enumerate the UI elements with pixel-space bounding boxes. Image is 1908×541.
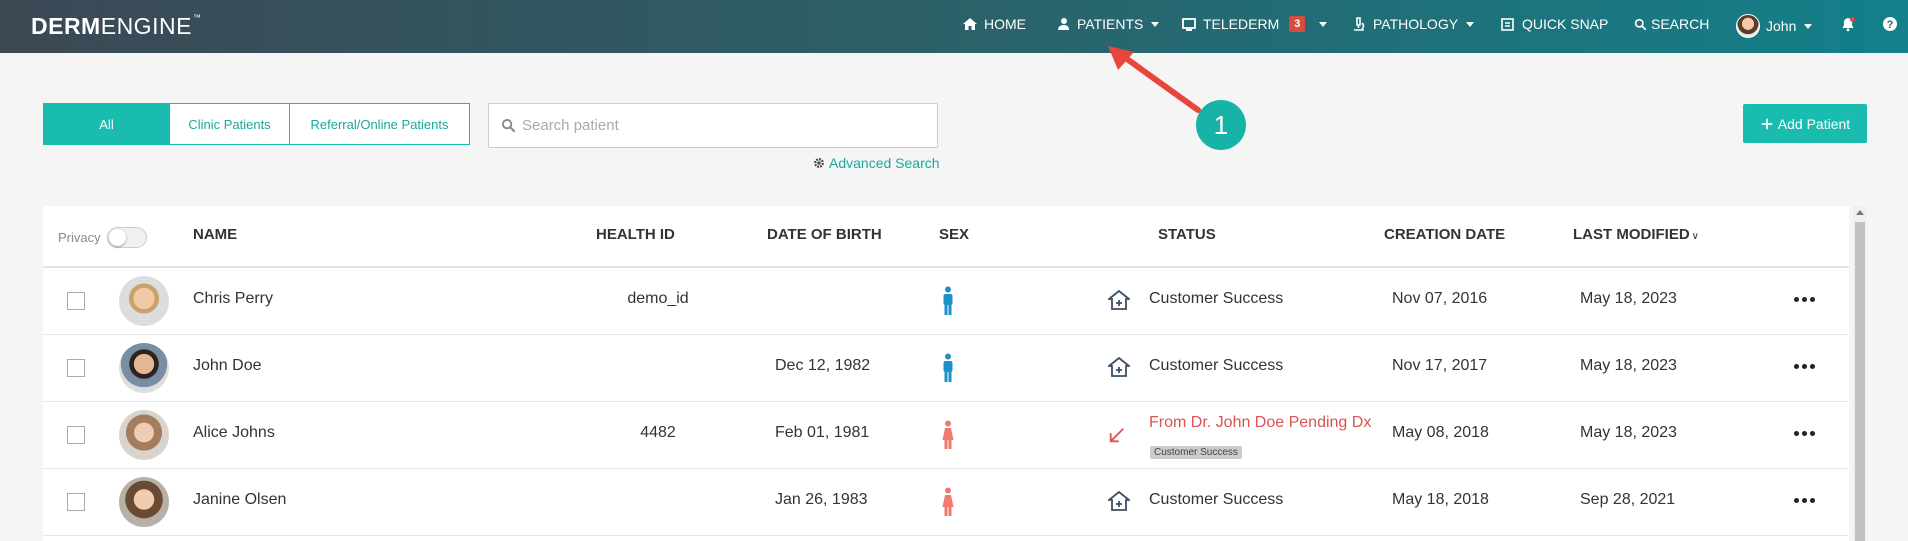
header-sex[interactable]: SEX: [939, 226, 969, 243]
more-options-icon[interactable]: [1794, 431, 1815, 436]
patient-filter-tabs: All Clinic Patients Referral/Online Pati…: [43, 103, 470, 145]
nav-quick-snap[interactable]: QUICK SNAP: [1500, 16, 1608, 32]
header-name[interactable]: NAME: [193, 226, 237, 243]
nav-telederm[interactable]: TELEDERM 3: [1181, 16, 1328, 32]
add-patient-button[interactable]: Add Patient: [1743, 104, 1867, 143]
table-row[interactable]: Janine Olsen Jan 26, 1983 Customer Succe…: [43, 469, 1849, 536]
header-last-modified[interactable]: LAST MODIFIED ∨: [1573, 226, 1699, 243]
table-scrollbar[interactable]: [1853, 206, 1867, 541]
male-icon: [942, 286, 954, 321]
row-checkbox[interactable]: [67, 493, 85, 511]
search-patient-input[interactable]: [522, 117, 922, 134]
patient-dob: Dec 12, 1982: [775, 357, 871, 374]
patient-status: Customer Success: [1149, 357, 1284, 374]
header-status[interactable]: STATUS: [1158, 226, 1216, 243]
svg-text:?: ?: [1887, 19, 1894, 31]
patient-health-id: 4482: [640, 424, 676, 441]
nav-pathology[interactable]: PATHOLOGY: [1351, 16, 1475, 32]
scroll-up-arrow-icon[interactable]: [1856, 210, 1864, 215]
patient-status: Customer Success: [1149, 290, 1284, 307]
microscope-icon: [1354, 17, 1365, 31]
patients-table: Privacy NAME HEALTH ID DATE OF BIRTH SEX…: [43, 206, 1849, 541]
home-icon: [963, 18, 977, 30]
creation-date: Nov 07, 2016: [1392, 290, 1488, 307]
patient-avatar[interactable]: [119, 276, 169, 326]
nav-patients[interactable]: PATIENTS: [1055, 16, 1160, 32]
tab-clinic-patients[interactable]: Clinic Patients: [170, 104, 290, 144]
patient-status: From Dr. John Doe Pending Dx: [1149, 414, 1372, 431]
top-navbar: DERMENGINE™ HOME PATIENTS TELEDERM 3 PAT…: [0, 0, 1908, 53]
plus-icon: [1761, 118, 1773, 129]
patient-status: Customer Success: [1149, 491, 1284, 508]
table-row[interactable]: John Doe Dec 12, 1982 Customer Success N…: [43, 335, 1849, 402]
clinic-house-icon: [1106, 356, 1132, 382]
dermengine-logo[interactable]: DERMENGINE™: [31, 13, 201, 40]
female-icon: [942, 487, 954, 522]
patient-name[interactable]: Alice Johns: [193, 424, 275, 442]
patient-avatar[interactable]: [119, 343, 169, 393]
advanced-search-link[interactable]: Advanced Search: [813, 155, 940, 171]
status-tag: Customer Success: [1150, 446, 1242, 459]
help-icon: ?: [1883, 17, 1897, 31]
clinic-house-icon: [1106, 289, 1132, 315]
patients-icon: [1058, 18, 1069, 30]
creation-date: May 08, 2018: [1392, 424, 1489, 441]
camera-icon: [1501, 18, 1514, 31]
gear-icon: [814, 158, 824, 168]
privacy-toggle-group: Privacy: [58, 227, 147, 248]
nav-user-menu[interactable]: John: [1736, 14, 1813, 38]
patient-dob: Jan 26, 1983: [775, 491, 868, 508]
more-options-icon[interactable]: [1794, 364, 1815, 369]
sort-desc-icon: ∨: [1691, 231, 1699, 242]
callout-badge-1: 1: [1196, 100, 1246, 150]
user-avatar: [1736, 14, 1760, 38]
privacy-toggle[interactable]: [106, 227, 147, 248]
patient-search-box: [488, 103, 938, 148]
nav-home[interactable]: HOME: [962, 16, 1026, 32]
chevron-down-icon: [1804, 23, 1813, 29]
more-options-icon[interactable]: [1794, 297, 1815, 302]
telederm-icon: [1182, 18, 1196, 31]
header-date-of-birth[interactable]: DATE OF BIRTH: [767, 226, 882, 243]
header-creation-date[interactable]: CREATION DATE: [1384, 226, 1505, 243]
creation-date: Nov 17, 2017: [1392, 357, 1488, 374]
more-options-icon[interactable]: [1794, 498, 1815, 503]
table-row[interactable]: Chris Perry demo_id Customer Success Nov…: [43, 268, 1849, 335]
tab-all[interactable]: All: [44, 104, 170, 144]
patient-health-id: demo_id: [627, 290, 689, 307]
patient-name[interactable]: Chris Perry: [193, 290, 273, 308]
last-modified-date: May 18, 2023: [1580, 424, 1677, 441]
last-modified-date: May 18, 2023: [1580, 357, 1677, 374]
header-health-id[interactable]: HEALTH ID: [596, 226, 675, 243]
clinic-house-icon: [1106, 490, 1132, 516]
row-checkbox[interactable]: [67, 426, 85, 444]
male-icon: [942, 353, 954, 388]
patient-name[interactable]: Janine Olsen: [193, 491, 286, 509]
patient-dob: Feb 01, 1981: [775, 424, 870, 441]
nav-search[interactable]: SEARCH: [1634, 16, 1709, 32]
search-icon: [501, 118, 516, 133]
patient-avatar[interactable]: [119, 410, 169, 460]
notification-badge: 3: [1289, 16, 1306, 32]
search-icon: [1634, 18, 1647, 30]
patient-avatar[interactable]: [119, 477, 169, 527]
row-checkbox[interactable]: [67, 359, 85, 377]
patient-name[interactable]: John Doe: [193, 357, 262, 375]
tab-referral-online-patients[interactable]: Referral/Online Patients: [290, 104, 469, 144]
nav-help[interactable]: ?: [1882, 16, 1898, 32]
row-checkbox[interactable]: [67, 292, 85, 310]
creation-date: May 18, 2018: [1392, 491, 1489, 508]
last-modified-date: May 18, 2023: [1580, 290, 1677, 307]
chevron-down-icon: [1319, 21, 1328, 27]
chevron-down-icon: [1151, 21, 1160, 27]
female-icon: [942, 420, 954, 455]
table-row[interactable]: Alice Johns 4482 Feb 01, 1981 From Dr. J…: [43, 402, 1849, 469]
nav-notifications[interactable]: [1840, 16, 1856, 32]
referral-arrow-icon: [1108, 426, 1126, 449]
last-modified-date: Sep 28, 2021: [1580, 491, 1676, 508]
chevron-down-icon: [1466, 21, 1475, 27]
bell-icon: [1842, 17, 1855, 32]
callout-arrow-1: [1108, 46, 1201, 113]
scrollbar-thumb[interactable]: [1855, 222, 1865, 541]
